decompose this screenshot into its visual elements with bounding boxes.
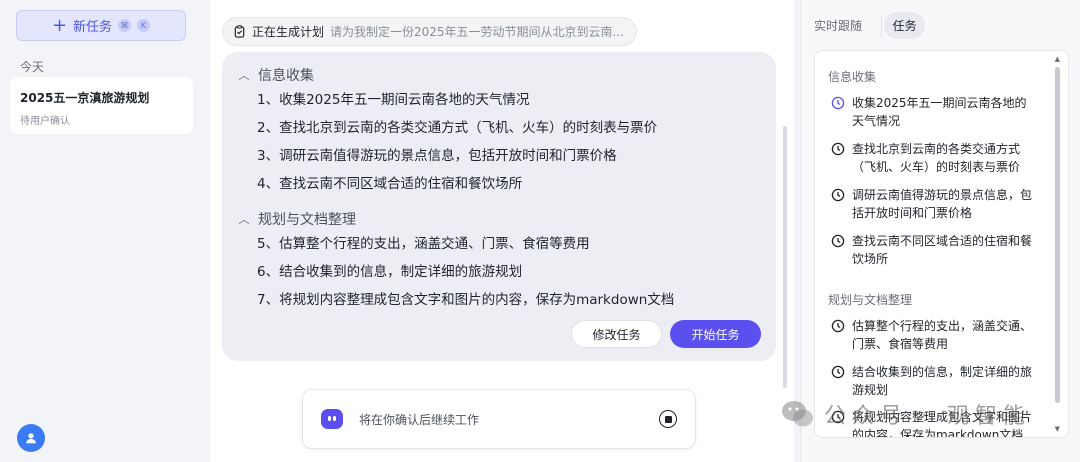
plan-group-title: 信息收集 [258, 68, 314, 84]
user-icon [26, 433, 36, 444]
task-item-text: 收集2025年五一期间云南各地的天气情况 [852, 96, 1027, 128]
plan-card: ︿ 信息收集 1、收集2025年五一期间云南各地的天气情况 2、查找北京到云南的… [222, 52, 776, 361]
task-group-title: 规划与文档整理 [828, 293, 913, 307]
plan-step: 4、查找云南不同区域合适的住宿和餐饮场所 [257, 176, 523, 192]
task-list-scrollbar[interactable]: ▲ ▼ [1055, 51, 1065, 437]
clock-icon [831, 234, 845, 248]
edit-task-button[interactable]: 修改任务 [571, 320, 662, 348]
assistant-bot-icon [321, 409, 343, 429]
clock-icon [831, 410, 845, 424]
clock-icon [831, 188, 845, 202]
k-key-icon: K [137, 19, 151, 32]
task-item[interactable]: 估算整个行程的支出，涵盖交通、门票、食宿等费用 [831, 317, 1036, 353]
tab-task[interactable]: 任务 [884, 12, 925, 39]
session-status: 待用户确认 [20, 116, 70, 127]
command-key-icon: ⌘ [118, 19, 132, 32]
task-item[interactable]: 查找北京到云南的各类交通方式（飞机、火车）的时刻表与票价 [831, 140, 1036, 176]
task-item-text: 估算整个行程的支出，涵盖交通、门票、食宿等费用 [852, 319, 1033, 351]
chat-scrollbar[interactable] [783, 126, 787, 388]
clipboard-check-icon [234, 25, 245, 38]
clock-icon [831, 142, 845, 156]
stop-icon [664, 415, 672, 423]
task-item[interactable]: 结合收集到的信息，制定详细的旅游规划 [831, 363, 1036, 399]
chevron-up-icon: ︿ [238, 69, 250, 82]
user-avatar[interactable] [17, 424, 45, 452]
clock-icon [831, 365, 845, 379]
generating-label: 正在生成计划 [252, 25, 325, 39]
chevron-up-icon: ︿ [238, 213, 250, 226]
task-item[interactable]: 将规划内容整理成包含文字和图片的内容，保存为markdown文档 [831, 408, 1036, 438]
plan-step: 7、将规划内容整理成包含文字和图片的内容，保存为markdown文档 [257, 292, 675, 308]
query-preview: 请为我制定一份2025年五一劳动节期间从北京到云南... [330, 25, 624, 39]
plan-step: 6、结合收集到的信息，制定详细的旅游规划 [257, 264, 523, 280]
scroll-down-arrow-icon[interactable]: ▼ [1055, 425, 1060, 433]
task-group-title: 信息收集 [828, 70, 877, 84]
tab-live-follow[interactable]: 实时跟随 [814, 17, 862, 34]
chat-area: 正在生成计划 请为我制定一份2025年五一劳动节期间从北京到云南... ︿ 信息… [210, 0, 794, 462]
plan-step: 3、调研云南值得游玩的景点信息，包括开放时间和门票价格 [257, 148, 617, 164]
task-item[interactable]: 查找云南不同区域合适的住宿和餐饮场所 [831, 232, 1036, 268]
task-item-text: 结合收集到的信息，制定详细的旅游规划 [852, 365, 1033, 397]
task-item[interactable]: 收集2025年五一期间云南各地的天气情况 [831, 94, 1036, 130]
plan-step: 2、查找北京到云南的各类交通方式（飞机、火车）的时刻表与票价 [257, 120, 658, 136]
clock-icon [831, 319, 845, 333]
plan-group-header[interactable]: ︿ 规划与文档整理 [238, 208, 760, 230]
task-item-text: 查找北京到云南的各类交通方式（飞机、火车）的时刻表与票价 [852, 142, 1021, 174]
plan-group-header[interactable]: ︿ 信息收集 [238, 64, 760, 86]
plan-step: 1、收集2025年五一期间云南各地的天气情况 [257, 92, 530, 108]
right-panel: 实时跟随 任务 信息收集 收集2025年五一期间云南各地的天气情况 查找北京到云… [800, 0, 1080, 462]
task-item[interactable]: 调研云南值得游玩的景点信息，包括开放时间和门票价格 [831, 186, 1036, 222]
task-item-text: 查找云南不同区域合适的住宿和餐饮场所 [852, 234, 1033, 266]
stop-button[interactable] [659, 410, 677, 428]
session-item[interactable]: 2025五一京滇旅游规划 待用户确认 [10, 77, 193, 134]
plus-icon: + [51, 14, 68, 36]
new-task-button[interactable]: + 新任务 ⌘ K [16, 10, 186, 41]
section-today-label: 今天 [20, 60, 45, 74]
start-task-button[interactable]: 开始任务 [670, 320, 761, 348]
tab-divider [881, 16, 882, 38]
scroll-thumb[interactable] [1055, 67, 1060, 403]
new-task-label: 新任务 [73, 20, 113, 35]
sidebar: + 新任务 ⌘ K 今天 2025五一京滇旅游规划 待用户确认 [0, 0, 204, 462]
plan-group-title: 规划与文档整理 [258, 212, 356, 228]
scroll-up-arrow-icon[interactable]: ▲ [1055, 55, 1060, 63]
plan-step: 5、估算整个行程的支出，涵盖交通、门票、食宿等费用 [257, 236, 590, 252]
task-item-text: 调研云南值得游玩的景点信息，包括开放时间和门票价格 [852, 188, 1033, 220]
plan-actions: 修改任务 开始任务 [571, 320, 761, 348]
chat-input-box[interactable]: 将在你确认后继续工作 [302, 389, 696, 449]
task-item-text: 将规划内容整理成包含文字和图片的内容，保存为markdown文档 [852, 410, 1033, 438]
task-list-panel: 信息收集 收集2025年五一期间云南各地的天气情况 查找北京到云南的各类交通方式… [814, 50, 1069, 438]
input-status-text: 将在你确认后继续工作 [359, 412, 480, 427]
session-title: 2025五一京滇旅游规划 [20, 91, 150, 105]
clock-icon [831, 96, 845, 110]
generating-status-pill[interactable]: 正在生成计划 请为我制定一份2025年五一劳动节期间从北京到云南... [222, 17, 637, 46]
